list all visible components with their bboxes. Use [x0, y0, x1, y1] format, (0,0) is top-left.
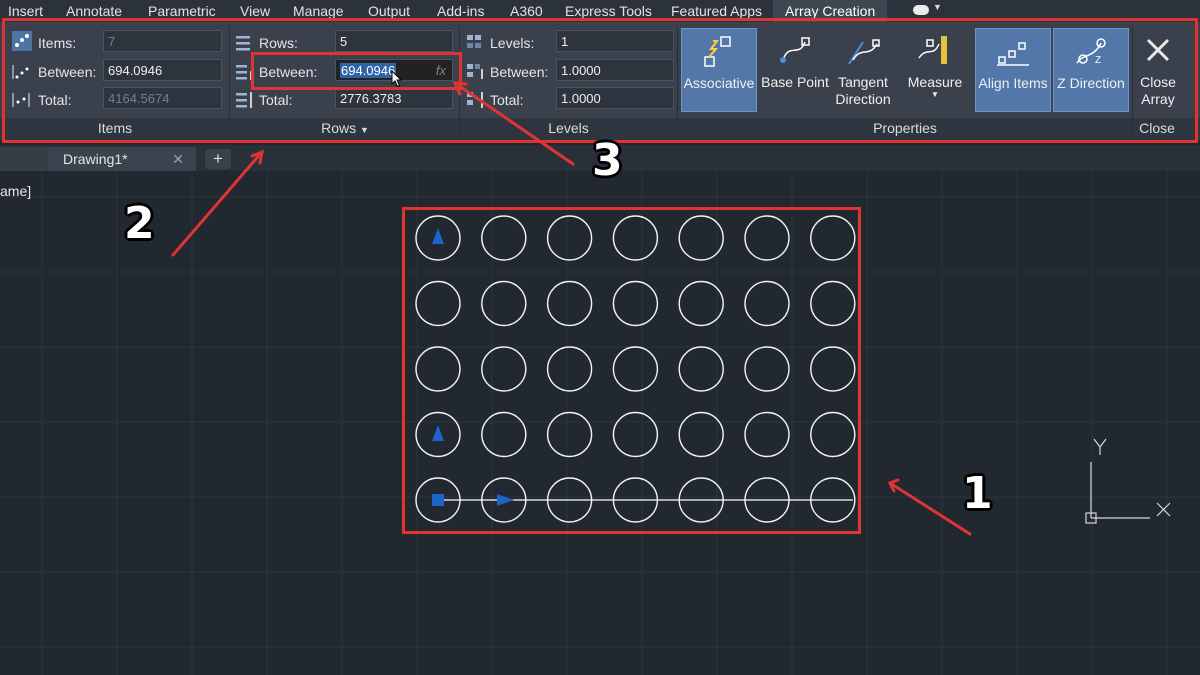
tab-output[interactable]: Output	[368, 3, 410, 19]
tab-express-tools[interactable]: Express Tools	[565, 3, 652, 19]
close-icon[interactable]: ✕	[172, 147, 184, 171]
tab-insert[interactable]: Insert	[8, 3, 43, 19]
callout-number-2: 2	[124, 198, 155, 249]
ucs-y-glyph	[1093, 438, 1107, 455]
ucs-icon	[1085, 438, 1171, 524]
drawing-tab-label: Drawing1*	[63, 151, 128, 167]
tab-annotate[interactable]: Annotate	[66, 3, 122, 19]
ribbon-highlight-box	[2, 18, 1198, 143]
new-tab-button[interactable]: +	[205, 149, 231, 169]
ribbon-toggle-icon[interactable]	[913, 5, 929, 15]
tab-featured-apps[interactable]: Featured Apps	[671, 3, 762, 19]
start-tab[interactable]	[0, 147, 48, 171]
between-highlight-box	[251, 52, 462, 90]
tab-a360[interactable]: A360	[510, 3, 543, 19]
viewport-label[interactable]: ame]	[0, 183, 31, 199]
tab-add-ins[interactable]: Add-ins	[437, 3, 484, 19]
tab-view[interactable]: View	[240, 3, 270, 19]
ucs-x-glyph	[1156, 502, 1171, 517]
array-highlight-box	[402, 207, 861, 534]
drawing-tab[interactable]: Drawing1* ✕	[48, 147, 196, 171]
tab-parametric[interactable]: Parametric	[148, 3, 216, 19]
chevron-down-icon[interactable]: ▼	[933, 2, 942, 12]
callout-number-3: 3	[592, 135, 623, 186]
tab-manage[interactable]: Manage	[293, 3, 344, 19]
callout-number-1: 1	[962, 468, 993, 519]
